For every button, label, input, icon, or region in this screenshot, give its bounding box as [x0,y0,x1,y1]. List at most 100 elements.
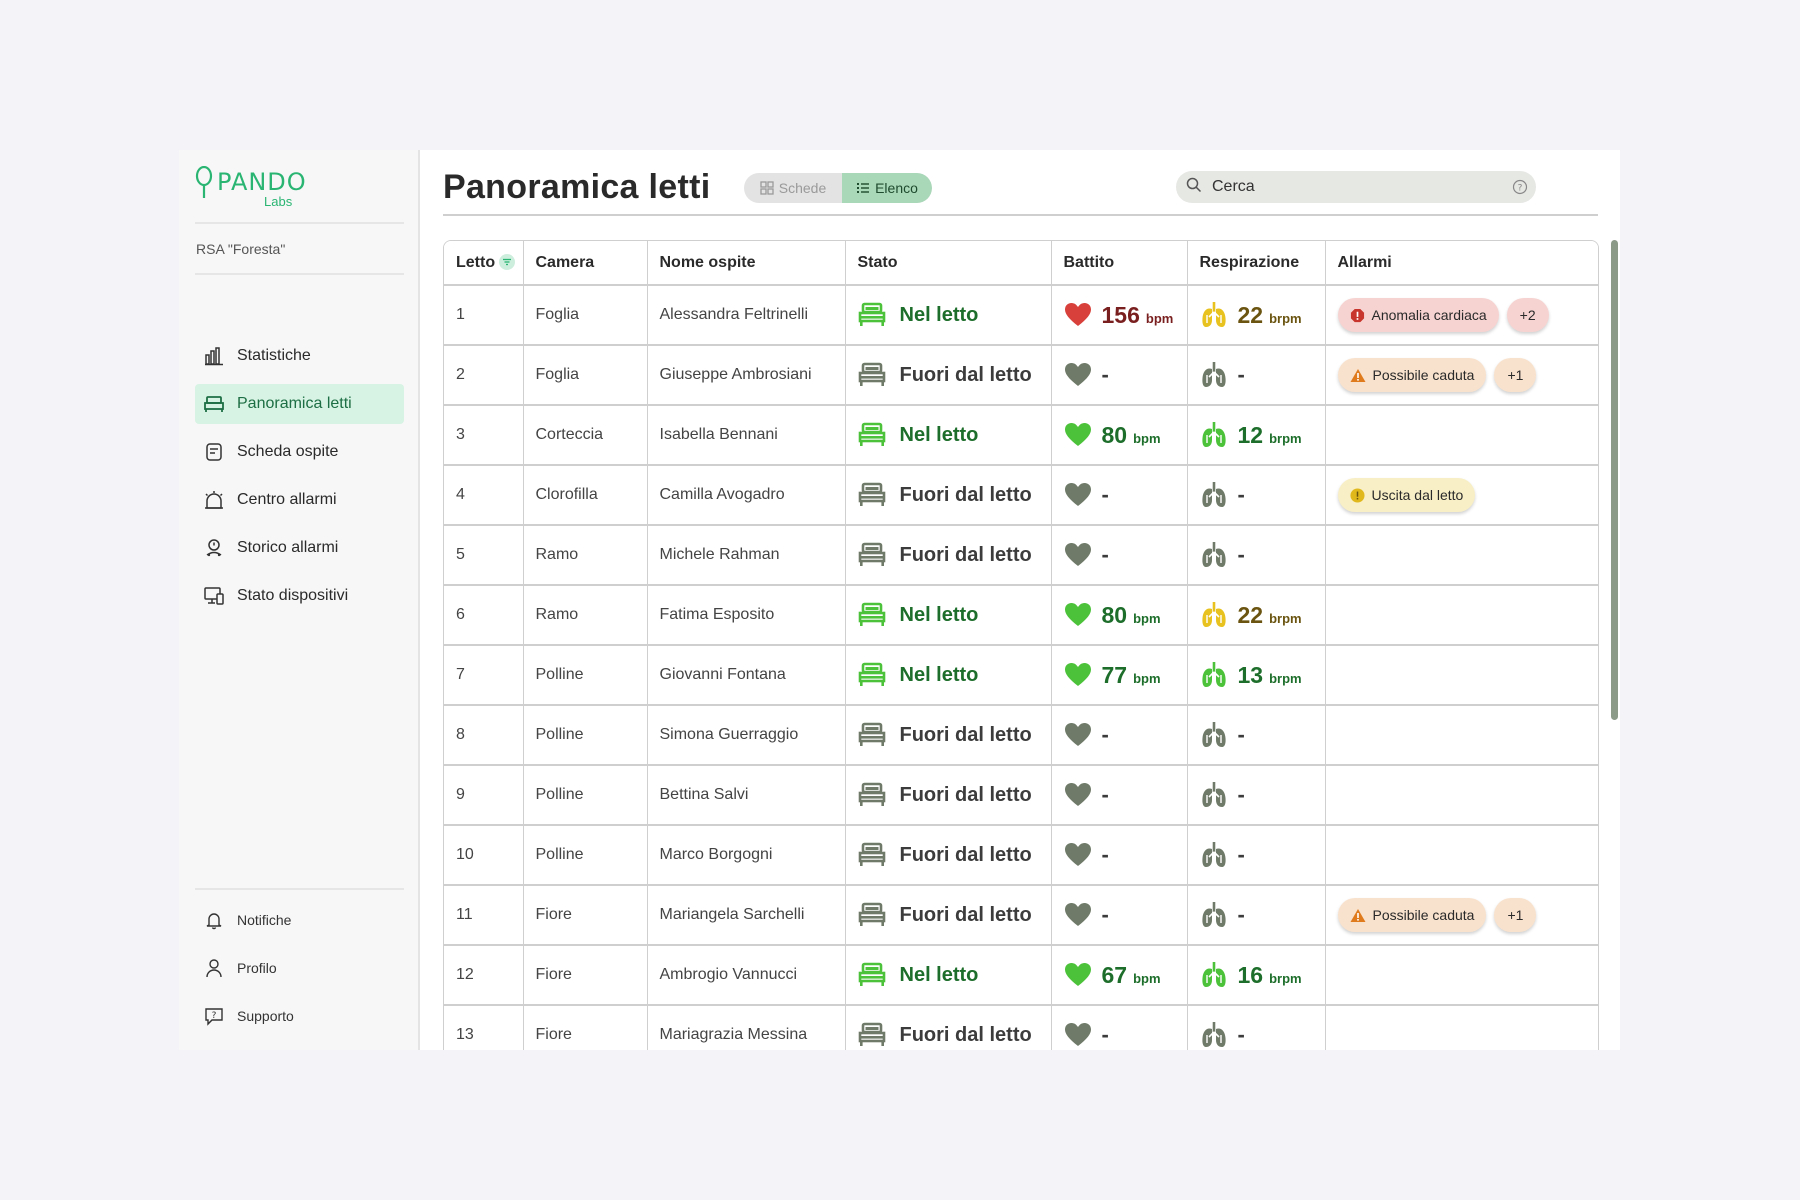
bpm-unit: bpm [1133,970,1161,986]
respiration-cell: - [1187,825,1326,886]
table-row[interactable]: 11 Fiore Mariangela Sarchelli Fuori dal let… [444,885,1598,946]
alarm-chip[interactable]: Anomalia cardiaca [1337,298,1499,332]
table-row[interactable]: 2 Foglia Giuseppe Ambrosiani Fuori dal lett… [444,345,1598,406]
heart-icon [1064,783,1091,806]
sidebar-item-storico-allarmi[interactable]: Storico allarmi [195,528,404,568]
sidebar-item-stato-dispositivi[interactable]: Stato dispositivi [195,576,404,616]
column-header-letto[interactable]: Letto [444,241,524,286]
list-icon [856,181,870,195]
bed-status-icon [858,722,885,746]
alarm-chip[interactable]: Uscita dal letto [1337,478,1476,512]
brpm-unit: brpm [1269,310,1302,326]
column-header-battito[interactable]: Battito [1051,241,1188,286]
bed-number-cell: 9 [444,765,524,826]
lungs-icon [1201,602,1226,627]
table-row[interactable]: 6 Ramo Fatima Esposito Nel letto 80 bpm 22 brpm [444,585,1598,646]
heart-icon [1064,303,1091,326]
guest-name-cell[interactable]: Mariagrazia Messina [647,1005,846,1050]
grid-icon [760,181,774,195]
column-header-respirazione[interactable]: Respirazione [1187,241,1326,286]
table-scrollbar[interactable] [1611,240,1618,720]
lungs-icon [1201,482,1226,507]
respiration-cell: - [1187,705,1326,766]
heart-rate-value: 77 [1101,661,1128,688]
toggle-list-button[interactable]: Elenco [842,173,932,203]
help-icon[interactable]: ? [1512,179,1528,200]
sidebar-item-profilo[interactable]: Profilo [195,948,404,988]
facility-name: RSA "Foresta" [196,241,286,257]
brpm-unit: brpm [1269,670,1302,686]
bed-number-cell: 3 [444,405,524,466]
room-cell: Fiore [523,945,648,1006]
sidebar-item-supporto[interactable]: ? Supporto [195,996,404,1036]
table-row[interactable]: 9 Polline Bettina Salvi Fuori dal letto - - [444,765,1598,826]
room-cell: Polline [523,825,648,886]
table-row[interactable]: 13 Fiore Mariagrazia Messina Fuori dal lett… [444,1005,1598,1050]
guest-name-cell[interactable]: Giovanni Fontana [647,645,846,706]
guest-name-cell[interactable]: Mariangela Sarchelli [647,885,846,946]
heart-rate-cell: - [1051,345,1188,406]
guest-name-cell[interactable]: Giuseppe Ambrosiani [647,345,846,406]
alarm-chip[interactable]: Possibile caduta [1337,898,1487,932]
respiration-cell: - [1187,1005,1326,1050]
sort-filter-icon[interactable] [499,254,516,271]
sidebar-item-statistiche[interactable]: Statistiche [195,336,404,376]
status-cell: Fuori dal letto [845,1005,1052,1050]
table-row[interactable]: 4 Clorofilla Camilla Avogadro Fuori dal let… [444,465,1598,526]
sidebar-item-centro-allarmi[interactable]: Centro allarmi [195,480,404,520]
sidebar-item-scheda-ospite[interactable]: Scheda ospite [195,432,404,472]
info-alert-icon [1349,487,1365,503]
warning-triangle-icon [1350,368,1365,382]
guest-name-cell[interactable]: Simona Guerraggio [647,705,846,766]
sidebar-item-label: Statistiche [237,347,311,364]
table-row[interactable]: 8 Polline Simona Guerraggio Fuori dal letto… [444,705,1598,766]
toggle-cards-button[interactable]: Schede [744,173,842,203]
brpm-unit: brpm [1269,970,1302,986]
sidebar-item-notifiche[interactable]: Notifiche [195,900,404,940]
table-row[interactable]: 10 Polline Marco Borgogni Fuori dal letto - - [444,825,1598,886]
guest-name-cell[interactable]: Fatima Esposito [647,585,846,646]
bed-status-icon [858,542,885,566]
table-row[interactable]: 5 Ramo Michele Rahman Fuori dal letto - - [444,525,1598,586]
heart-icon [1064,483,1091,506]
column-header-allarmi[interactable]: Allarmi [1325,241,1598,286]
guest-name-cell[interactable]: Michele Rahman [647,525,846,586]
bed-icon [203,393,225,415]
table-row[interactable]: 12 Fiore Ambrogio Vannucci Nel letto 67 bpm 16… [444,945,1598,1006]
alarm-bell-icon [203,489,225,511]
guest-name-cell[interactable]: Camilla Avogadro [647,465,846,526]
user-icon [203,957,225,979]
column-header-camera[interactable]: Camera [523,241,648,286]
room-cell: Corteccia [523,405,648,466]
guest-name-cell[interactable]: Alessandra Feltrinelli [647,285,846,346]
sidebar-item-panoramica-letti[interactable]: Panoramica letti [195,384,404,424]
lungs-icon [1201,362,1226,387]
guest-name-cell[interactable]: Marco Borgogni [647,825,846,886]
guest-name-cell[interactable]: Isabella Bennani [647,405,846,466]
respiration-value: - [1237,542,1245,567]
lungs-icon [1201,902,1226,927]
respiration-value: - [1237,902,1245,927]
alarms-cell: Possibile caduta +1 [1325,885,1598,946]
search-input[interactable] [1212,178,1502,196]
pando-logo[interactable]: PANDO Labs [195,164,315,210]
table-row[interactable]: 3 Corteccia Isabella Bennani Nel letto 80 bpm… [444,405,1598,466]
sidebar-item-label: Panoramica letti [237,395,352,412]
column-header-stato[interactable]: Stato [845,241,1052,286]
beds-table-container: Letto Camera Nome ospite Stato Battito R… [443,240,1599,1050]
guest-name-cell[interactable]: Bettina Salvi [647,765,846,826]
status-cell: Fuori dal letto [845,525,1052,586]
sidebar-item-label: Supporto [237,1008,294,1024]
alarm-chip[interactable]: Possibile caduta [1337,358,1487,392]
sidebar-item-label: Storico allarmi [237,539,339,556]
more-alarms-badge[interactable]: +1 [1494,898,1537,932]
table-row[interactable]: 1 Foglia Alessandra Feltrinelli Nel letto 15… [444,285,1598,346]
more-alarms-badge[interactable]: +1 [1494,358,1537,392]
column-header-nome-ospite[interactable]: Nome ospite [647,241,846,286]
respiration-cell: - [1187,465,1326,526]
more-alarms-badge[interactable]: +2 [1506,298,1549,332]
bpm-unit: bpm [1145,310,1174,326]
table-row[interactable]: 7 Polline Giovanni Fontana Nel letto 77 bpm 13… [444,645,1598,706]
guest-name-cell[interactable]: Ambrogio Vannucci [647,945,846,1006]
search-bar: ? [1176,171,1536,203]
